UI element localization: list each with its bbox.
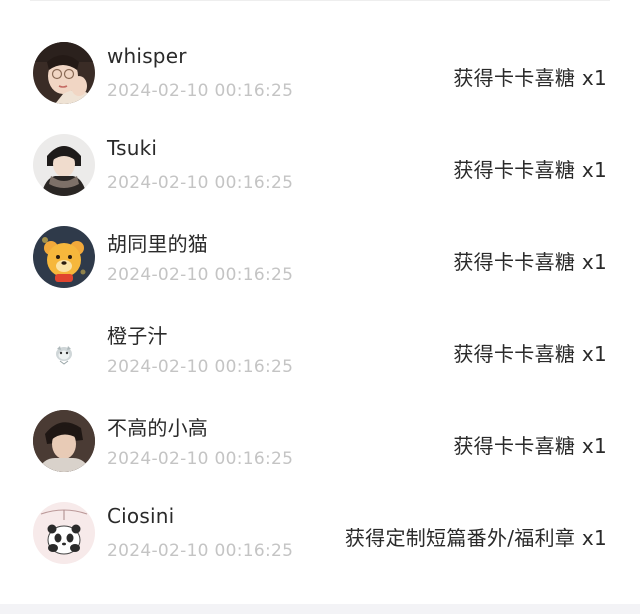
man-portrait-avatar[interactable] <box>33 410 95 472</box>
timestamp: 2024-02-10 00:16:25 <box>107 357 294 377</box>
reward-text: 获得卡卡喜糖 x1 <box>453 158 607 182</box>
reward-text: 获得卡卡喜糖 x1 <box>453 250 607 274</box>
reward-text: 获得卡卡喜糖 x1 <box>453 66 607 90</box>
cartoon-bear-avatar[interactable] <box>33 226 95 288</box>
timestamp: 2024-02-10 00:16:25 <box>107 541 294 561</box>
list-item[interactable]: Ciosini 2024-02-10 00:16:25 获得定制短篇番外/福利章… <box>0 487 640 579</box>
list-item[interactable]: whisper 2024-02-10 00:16:25 获得卡卡喜糖 x1 <box>0 27 640 119</box>
user-name: 不高的小高 <box>107 416 208 440</box>
user-name: 橙子汁 <box>107 324 168 348</box>
user-name: Tsuki <box>107 136 158 160</box>
panda-sticker-avatar[interactable] <box>33 502 95 564</box>
timestamp: 2024-02-10 00:16:25 <box>107 449 294 469</box>
timestamp: 2024-02-10 00:16:25 <box>107 265 294 285</box>
top-divider <box>30 0 610 1</box>
reward-text: 获得定制短篇番外/福利章 x1 <box>344 526 607 550</box>
woman-portrait-avatar[interactable] <box>33 42 95 104</box>
list-item[interactable]: 胡同里的猫 2024-02-10 00:16:25 获得卡卡喜糖 x1 <box>0 211 640 303</box>
timestamp: 2024-02-10 00:16:25 <box>107 173 294 193</box>
reward-record-list: whisper 2024-02-10 00:16:25 获得卡卡喜糖 x1 Ts… <box>0 27 640 579</box>
list-item[interactable]: 不高的小高 2024-02-10 00:16:25 获得卡卡喜糖 x1 <box>0 395 640 487</box>
reward-text: 获得卡卡喜糖 x1 <box>453 434 607 458</box>
user-name: 胡同里的猫 <box>107 232 208 256</box>
small-animal-avatar[interactable] <box>33 318 95 380</box>
timestamp: 2024-02-10 00:16:25 <box>107 81 294 101</box>
bottom-bar <box>0 604 640 614</box>
reward-text: 获得卡卡喜糖 x1 <box>453 342 607 366</box>
list-item[interactable]: Tsuki 2024-02-10 00:16:25 获得卡卡喜糖 x1 <box>0 119 640 211</box>
list-item[interactable]: 橙子汁 2024-02-10 00:16:25 获得卡卡喜糖 x1 <box>0 303 640 395</box>
user-name: Ciosini <box>107 504 175 528</box>
user-name: whisper <box>107 44 187 68</box>
man-scarf-portrait-avatar[interactable] <box>33 134 95 196</box>
